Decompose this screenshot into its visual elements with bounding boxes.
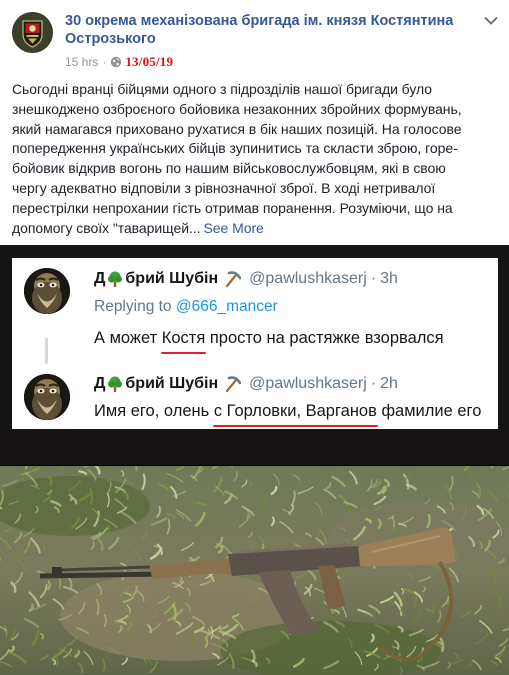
post-options-button[interactable]	[484, 14, 498, 26]
post-text-line: знешкоджено озброєного бойовика незаконн…	[12, 100, 462, 117]
post-timestamp[interactable]: 15 hrs	[65, 55, 98, 69]
replying-to: Replying to @666_mancer	[94, 298, 278, 316]
tweet-text: А может Костя просто на растяжке взорвал…	[94, 329, 444, 354]
page-name-link[interactable]: 30 окрема механізована бригада ім. князя…	[65, 12, 465, 48]
display-name-suffix: брий Шубін	[125, 270, 219, 287]
date-annotation: 13/05/19	[125, 54, 174, 69]
avatar[interactable]	[24, 268, 70, 314]
thread-connector	[45, 338, 48, 364]
meta-separator: ·	[102, 55, 107, 69]
user-handle[interactable]: @pawlushkaserj	[249, 374, 367, 394]
rifle-on-grass-image	[0, 466, 509, 675]
replying-to-label: Replying to	[94, 298, 172, 315]
bearded-face-avatar-icon	[24, 374, 70, 420]
tweet-screenshot: Д брий Шубін @pawlushkaserj · 3h Replyin…	[12, 258, 498, 429]
tweet-header: Д брий Шубін @pawlushkaserj · 3h	[94, 269, 398, 289]
highlighted-phrase: с Горловки, Варганов	[212, 402, 378, 427]
post-text-line: перестрілки непрохании гість отримав пор…	[12, 199, 453, 216]
display-name-prefix: Д	[94, 375, 106, 392]
tree-icon	[108, 271, 123, 287]
tweet: Д брий Шубін @pawlushkaserj · 3h Replyin…	[12, 258, 498, 364]
highlighted-word: Костя	[160, 329, 206, 354]
post-meta: 15 hrs · 13/05/19	[65, 54, 174, 69]
post-text-line: який намагався приховано рухатися в бік …	[12, 120, 462, 137]
see-more-link[interactable]: See More	[204, 220, 264, 236]
tweet-text-part: А может	[94, 329, 162, 347]
bearded-face-avatar-icon	[24, 268, 70, 314]
header-separator: ·	[370, 375, 377, 392]
rifle-photo	[0, 466, 509, 675]
tweet-text-part: просто на растяжке взорвался	[205, 329, 444, 347]
chevron-down-icon	[484, 17, 498, 25]
tweet-text-part: Имя его, олень	[94, 402, 214, 420]
post-text-truncated: допомогу своїх "таварищей...	[12, 219, 201, 236]
post-text: Сьогодні вранці бійцями одного з підрозд…	[12, 80, 500, 238]
post-header: 30 окрема механізована бригада ім. князя…	[0, 0, 509, 75]
replying-to-handle[interactable]: @666_mancer	[176, 298, 278, 315]
post-text-line: бойовик відкрив вогонь по нашим військов…	[12, 160, 446, 177]
tree-icon	[108, 376, 123, 392]
page-avatar[interactable]	[12, 12, 53, 53]
pickaxe-icon	[226, 271, 242, 288]
post-text-line: чергу адекватно відповіли з рівнозначної…	[12, 179, 436, 196]
display-name[interactable]: Д брий Шубін	[94, 269, 242, 289]
post-image[interactable]: Д брий Шубін @pawlushkaserj · 3h Replyin…	[0, 245, 509, 675]
header-separator: ·	[370, 270, 377, 287]
tweet-time[interactable]: 3h	[380, 269, 398, 289]
tweet-header: Д брий Шубін @pawlushkaserj · 2h	[94, 374, 398, 394]
display-name-suffix: брий Шубін	[125, 375, 219, 392]
tweet-time[interactable]: 2h	[380, 374, 398, 394]
post-text-line: попередження українських бійців зупинити…	[12, 140, 458, 157]
display-name[interactable]: Д брий Шубін	[94, 374, 242, 394]
user-handle[interactable]: @pawlushkaserj	[249, 269, 367, 289]
tweet-text-part: фамилие его	[376, 402, 482, 420]
pickaxe-icon	[226, 376, 242, 393]
tweet: Д брий Шубін @pawlushkaserj · 2h Имя его…	[12, 366, 498, 429]
avatar[interactable]	[24, 374, 70, 420]
tweet-text: Имя его, олень с Горловки, Варганов фами…	[94, 402, 482, 427]
post-text-last-line: допомогу своїх "таварищей... See More	[12, 219, 500, 239]
globe-icon[interactable]	[110, 56, 122, 68]
post-text-line: Сьогодні вранці бійцями одного з підрозд…	[12, 81, 433, 97]
display-name-prefix: Д	[94, 270, 106, 287]
brigade-emblem-icon	[12, 12, 53, 53]
